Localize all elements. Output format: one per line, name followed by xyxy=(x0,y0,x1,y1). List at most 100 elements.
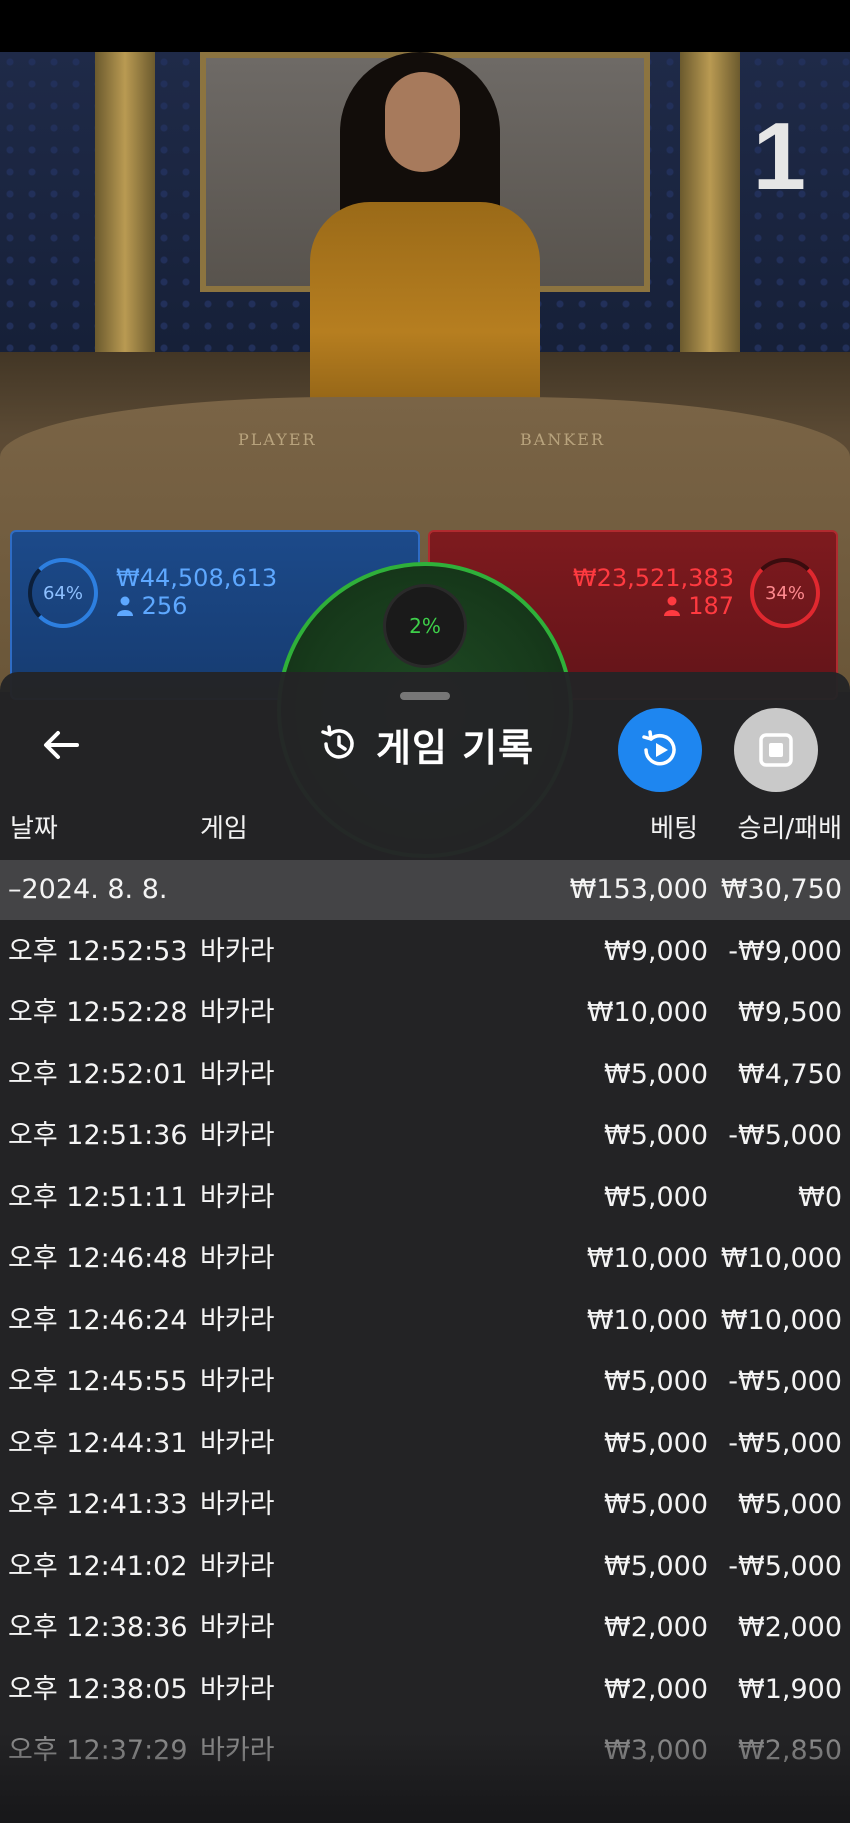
row-winloss: -₩5,000 xyxy=(728,1551,842,1582)
game-history-sheet: 게임 기록 날짜 게임 베팅 승리/패배 –2024. 8. 8. ₩153,0… xyxy=(0,672,850,1823)
tie-percent-ring: 2% xyxy=(383,584,467,668)
player-percent: 64% xyxy=(42,582,83,604)
row-game: 바카라 xyxy=(200,936,275,967)
row-game: 바카라 xyxy=(200,1305,275,1336)
row-game: 바카라 xyxy=(200,1612,275,1643)
table-row[interactable]: 오후 12:52:28 바카라 ₩10,000 ₩9,500 xyxy=(0,983,850,1043)
sheet-title: 게임 기록 xyxy=(376,725,535,770)
row-game: 바카라 xyxy=(200,1428,275,1459)
row-bet: ₩9,000 xyxy=(604,936,708,967)
pillar-right xyxy=(680,52,740,352)
column-header-date: 날짜 xyxy=(10,814,58,844)
row-winloss: ₩10,000 xyxy=(720,1243,842,1274)
banker-bet-count-wrap: 187 xyxy=(663,592,734,620)
date-summary-row[interactable]: –2024. 8. 8. ₩153,000 ₩30,750 xyxy=(0,860,850,920)
row-bet: ₩5,000 xyxy=(604,1120,708,1151)
table-row[interactable]: 오후 12:51:11 바카라 ₩5,000 ₩0 xyxy=(0,1168,850,1228)
row-game: 바카라 xyxy=(200,1551,275,1582)
pillar-left xyxy=(95,52,155,352)
row-winloss: -₩5,000 xyxy=(728,1428,842,1459)
table-row[interactable]: 오후 12:52:01 바카라 ₩5,000 ₩4,750 xyxy=(0,1045,850,1105)
status-bar xyxy=(0,0,850,52)
tie-percent: 2% xyxy=(409,614,441,638)
summary-winloss: ₩30,750 xyxy=(720,874,842,905)
row-bet: ₩5,000 xyxy=(604,1489,708,1520)
row-bet: ₩5,000 xyxy=(604,1059,708,1090)
table-row[interactable]: 오후 12:44:31 바카라 ₩5,000 -₩5,000 xyxy=(0,1414,850,1474)
back-button[interactable] xyxy=(38,722,84,768)
table-row[interactable]: 오후 12:38:05 바카라 ₩2,000 ₩1,900 xyxy=(0,1660,850,1720)
row-winloss: -₩9,000 xyxy=(728,936,842,967)
table-row[interactable]: 오후 12:52:53 바카라 ₩9,000 -₩9,000 xyxy=(0,922,850,982)
row-bet: ₩10,000 xyxy=(586,1243,708,1274)
row-time: 오후 12:46:24 xyxy=(8,1305,188,1336)
arrow-left-icon xyxy=(44,731,79,759)
person-icon xyxy=(117,596,133,616)
row-bet: ₩5,000 xyxy=(604,1551,708,1582)
table-row[interactable]: 오후 12:41:02 바카라 ₩5,000 -₩5,000 xyxy=(0,1537,850,1597)
table-banker-text: BANKER xyxy=(520,430,605,449)
row-bet: ₩5,000 xyxy=(604,1428,708,1459)
row-time: 오후 12:38:05 xyxy=(8,1674,188,1705)
row-time: 오후 12:52:53 xyxy=(8,936,188,967)
row-game: 바카라 xyxy=(200,1243,275,1274)
summary-bet: ₩153,000 xyxy=(569,874,708,905)
player-percent-ring: 64% xyxy=(28,558,98,628)
banker-bet-count: 187 xyxy=(688,592,734,620)
row-bet: ₩10,000 xyxy=(586,1305,708,1336)
table-row[interactable]: 오후 12:38:36 바카라 ₩2,000 ₩2,000 xyxy=(0,1598,850,1658)
row-time: 오후 12:51:36 xyxy=(8,1120,188,1151)
row-game: 바카라 xyxy=(200,1120,275,1151)
row-winloss: -₩5,000 xyxy=(728,1366,842,1397)
row-winloss: ₩9,500 xyxy=(738,997,842,1028)
row-game: 바카라 xyxy=(200,1366,275,1397)
banker-bet-amount: ₩23,521,383 xyxy=(572,564,734,592)
player-bet-count-wrap: 256 xyxy=(116,592,187,620)
row-bet: ₩2,000 xyxy=(604,1612,708,1643)
row-winloss: -₩5,000 xyxy=(728,1120,842,1151)
row-time: 오후 12:52:28 xyxy=(8,997,188,1028)
table-row[interactable]: 오후 12:46:24 바카라 ₩10,000 ₩10,000 xyxy=(0,1291,850,1351)
row-game: 바카라 xyxy=(200,1182,275,1213)
row-winloss: ₩1,900 xyxy=(738,1674,842,1705)
table-row[interactable]: 오후 12:41:33 바카라 ₩5,000 ₩5,000 xyxy=(0,1475,850,1535)
column-header-winloss: 승리/패배 xyxy=(737,814,842,844)
sheet-drag-handle[interactable] xyxy=(400,692,450,700)
dealer-face xyxy=(385,72,460,172)
player-bet-amount: ₩44,508,613 xyxy=(116,564,278,592)
row-bet: ₩5,000 xyxy=(604,1366,708,1397)
column-header-bet: 베팅 xyxy=(650,814,698,844)
row-time: 오후 12:46:48 xyxy=(8,1243,188,1274)
row-game: 바카라 xyxy=(200,1674,275,1705)
stop-icon xyxy=(759,733,793,767)
row-winloss: ₩10,000 xyxy=(720,1305,842,1336)
row-winloss: ₩5,000 xyxy=(738,1489,842,1520)
row-game: 바카라 xyxy=(200,997,275,1028)
summary-date: –2024. 8. 8. xyxy=(8,874,168,905)
banker-percent: 34% xyxy=(764,582,805,604)
table-row[interactable]: 오후 12:45:55 바카라 ₩5,000 -₩5,000 xyxy=(0,1352,850,1412)
row-winloss: ₩0 xyxy=(798,1182,842,1213)
row-time: 오후 12:41:02 xyxy=(8,1551,188,1582)
table-row[interactable]: 오후 12:46:48 바카라 ₩10,000 ₩10,000 xyxy=(0,1229,850,1289)
row-time: 오후 12:52:01 xyxy=(8,1059,188,1090)
bottom-fade xyxy=(0,1733,850,1823)
row-game: 바카라 xyxy=(200,1489,275,1520)
row-time: 오후 12:38:36 xyxy=(8,1612,188,1643)
row-winloss: ₩4,750 xyxy=(738,1059,842,1090)
history-icon xyxy=(321,725,354,759)
row-game: 바카라 xyxy=(200,1059,275,1090)
person-icon xyxy=(663,596,680,616)
replay-button[interactable] xyxy=(618,708,702,792)
replay-icon xyxy=(642,730,676,766)
round-number: 1 xyxy=(752,103,806,210)
stop-button[interactable] xyxy=(734,708,818,792)
row-bet: ₩10,000 xyxy=(586,997,708,1028)
table-player-text: PLAYER xyxy=(238,430,317,449)
row-bet: ₩5,000 xyxy=(604,1182,708,1213)
column-header-game: 게임 xyxy=(200,814,248,844)
banker-percent-ring: 34% xyxy=(750,558,820,628)
row-time: 오후 12:51:11 xyxy=(8,1182,188,1213)
table-row[interactable]: 오후 12:51:36 바카라 ₩5,000 -₩5,000 xyxy=(0,1106,850,1166)
player-bet-count: 256 xyxy=(141,592,188,620)
